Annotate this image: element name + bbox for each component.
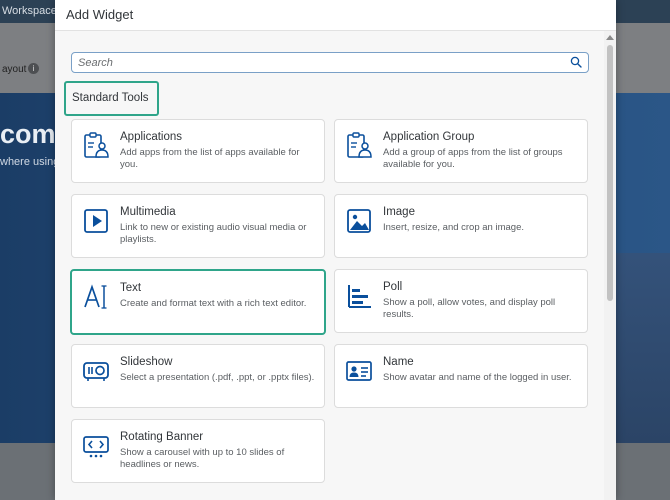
search-field[interactable] bbox=[71, 52, 589, 73]
dialog-header: Add Widget bbox=[55, 0, 616, 31]
tile-description: Select a presentation (.pdf, .ppt, or .p… bbox=[120, 372, 315, 383]
dialog-scrollbar[interactable] bbox=[604, 31, 616, 500]
image-icon bbox=[347, 209, 371, 233]
tile-title: Text bbox=[120, 282, 142, 294]
tile-title: Application Group bbox=[383, 131, 475, 143]
tile-description: Create and format text with a rich text … bbox=[120, 298, 307, 309]
tile-description: Add apps from the list of apps available… bbox=[120, 147, 300, 170]
search-icon[interactable] bbox=[570, 56, 582, 68]
scroll-up-arrow-icon[interactable] bbox=[606, 35, 614, 40]
workspace-label: Workspace bbox=[2, 5, 57, 17]
tile-title: Rotating Banner bbox=[120, 431, 204, 443]
tile-title: Poll bbox=[383, 281, 403, 293]
tile-description: Show a carousel with up to 10 slides of … bbox=[120, 447, 285, 470]
tile-description: Link to new or existing audio visual med… bbox=[120, 222, 307, 245]
tile-description: Show a poll, allow votes, and display po… bbox=[383, 297, 556, 320]
tile-title: Multimedia bbox=[120, 206, 176, 218]
tile-application-group[interactable]: Application Group Add a group of apps fr… bbox=[334, 119, 588, 183]
section-title: Standard Tools bbox=[72, 92, 149, 104]
tile-title: Applications bbox=[120, 131, 183, 143]
tile-poll[interactable]: Poll Show a poll, allow votes, and displ… bbox=[334, 269, 588, 333]
tile-applications[interactable]: Applications Add apps from the list of a… bbox=[71, 119, 325, 183]
tile-description: Insert, resize, and crop an image. bbox=[383, 222, 524, 233]
rotating-banner-icon bbox=[83, 436, 109, 458]
dialog-title: Add Widget bbox=[66, 7, 134, 22]
tile-name[interactable]: Name Show avatar and name of the logged … bbox=[334, 344, 588, 408]
applications-icon bbox=[84, 132, 109, 158]
tile-multimedia[interactable]: Multimedia Link to new or existing audio… bbox=[71, 194, 325, 258]
search-input[interactable] bbox=[78, 55, 558, 70]
tile-rotating-banner[interactable]: Rotating Banner Show a carousel with up … bbox=[71, 419, 325, 483]
multimedia-icon bbox=[84, 209, 108, 233]
tile-slideshow[interactable]: Slideshow Select a presentation (.pdf, .… bbox=[71, 344, 325, 408]
tile-title: Name bbox=[383, 356, 414, 368]
add-widget-dialog: Add Widget Standard Tools Applications A… bbox=[55, 0, 616, 500]
tile-image[interactable]: Image Insert, resize, and crop an image. bbox=[334, 194, 588, 258]
tile-description: Add a group of apps from the list of gro… bbox=[383, 147, 563, 170]
tile-description: Show avatar and name of the logged in us… bbox=[383, 372, 572, 383]
application-group-icon bbox=[347, 132, 372, 158]
welcome-subtext: where using bbox=[0, 156, 60, 168]
scrollbar-thumb[interactable] bbox=[607, 45, 613, 301]
poll-icon bbox=[348, 285, 371, 308]
info-icon: i bbox=[28, 63, 39, 74]
tile-text[interactable]: Text Create and format text with a rich … bbox=[70, 269, 326, 335]
tile-title: Slideshow bbox=[120, 356, 173, 368]
tile-title: Image bbox=[383, 206, 415, 218]
text-icon bbox=[84, 284, 107, 309]
layout-label: ayout bbox=[2, 64, 27, 75]
dialog-body: Standard Tools Applications Add apps fro… bbox=[55, 31, 604, 500]
name-icon bbox=[346, 361, 372, 381]
slideshow-icon bbox=[83, 362, 109, 381]
